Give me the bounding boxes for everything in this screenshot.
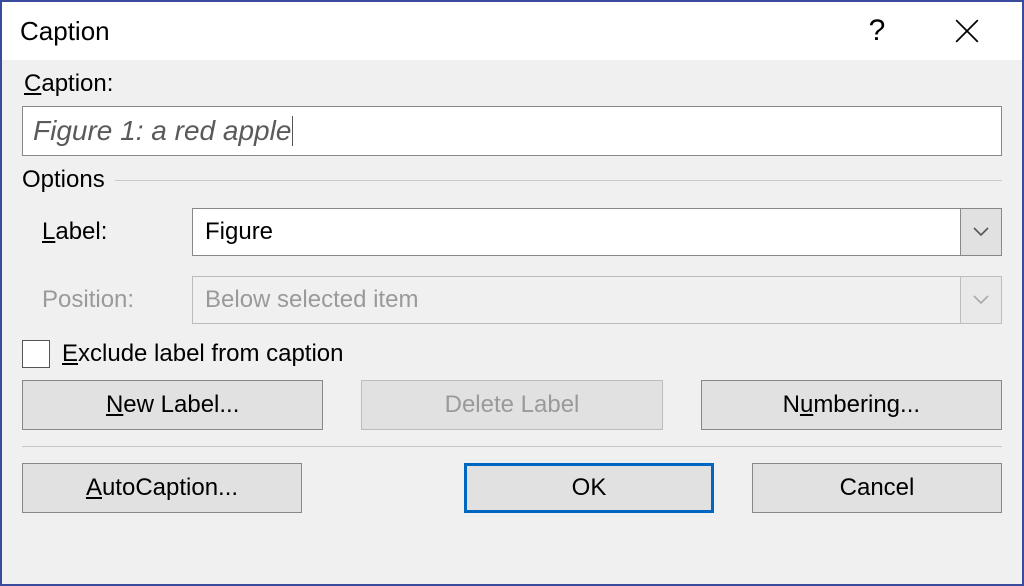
position-combobox-button [960, 276, 1002, 324]
delete-label-button: Delete Label [361, 380, 662, 430]
close-button[interactable] [922, 2, 1012, 60]
new-label-button[interactable]: New Label... [22, 380, 323, 430]
label-field-label: Label: [22, 218, 192, 246]
position-combobox-value: Below selected item [192, 276, 960, 324]
options-title: Options [22, 166, 105, 194]
options-divider [115, 180, 1002, 181]
titlebar: Caption ? [2, 2, 1022, 60]
text-caret [292, 116, 293, 146]
options-group: Options Label: Figure [22, 166, 1002, 332]
ok-button[interactable]: OK [464, 463, 714, 513]
dialog-body: Caption: Figure 1: a red apple Options L… [2, 60, 1022, 584]
help-icon: ? [869, 14, 886, 48]
label-combobox[interactable]: Figure [192, 208, 1002, 256]
chevron-down-icon [973, 295, 989, 305]
exclude-checkbox-row: Exclude label from caption [22, 338, 1002, 374]
position-row: Position: Below selected item [22, 276, 1002, 324]
numbering-button[interactable]: Numbering... [701, 380, 1002, 430]
exclude-checkbox[interactable] [22, 340, 50, 368]
position-field-label: Position: [22, 286, 192, 314]
caption-input-text: Figure 1: a red apple [33, 115, 291, 147]
close-icon [954, 18, 980, 44]
help-button[interactable]: ? [832, 2, 922, 60]
caption-field-label: Caption: [22, 68, 1002, 100]
autocaption-button[interactable]: AutoCaption... [22, 463, 302, 513]
middle-button-row: New Label... Delete Label Numbering... [22, 380, 1002, 440]
cancel-button[interactable]: Cancel [752, 463, 1002, 513]
chevron-down-icon [973, 227, 989, 237]
label-combobox-value: Figure [192, 208, 960, 256]
caption-dialog: Caption ? Caption: Figure 1: a red apple… [0, 0, 1024, 586]
label-row: Label: Figure [22, 208, 1002, 256]
dialog-title: Caption [20, 16, 832, 47]
position-combobox: Below selected item [192, 276, 1002, 324]
exclude-checkbox-label: Exclude label from caption [62, 340, 344, 368]
bottom-button-row: AutoCaption... OK Cancel [22, 446, 1002, 523]
caption-input[interactable]: Figure 1: a red apple [22, 106, 1002, 156]
label-combobox-button[interactable] [960, 208, 1002, 256]
